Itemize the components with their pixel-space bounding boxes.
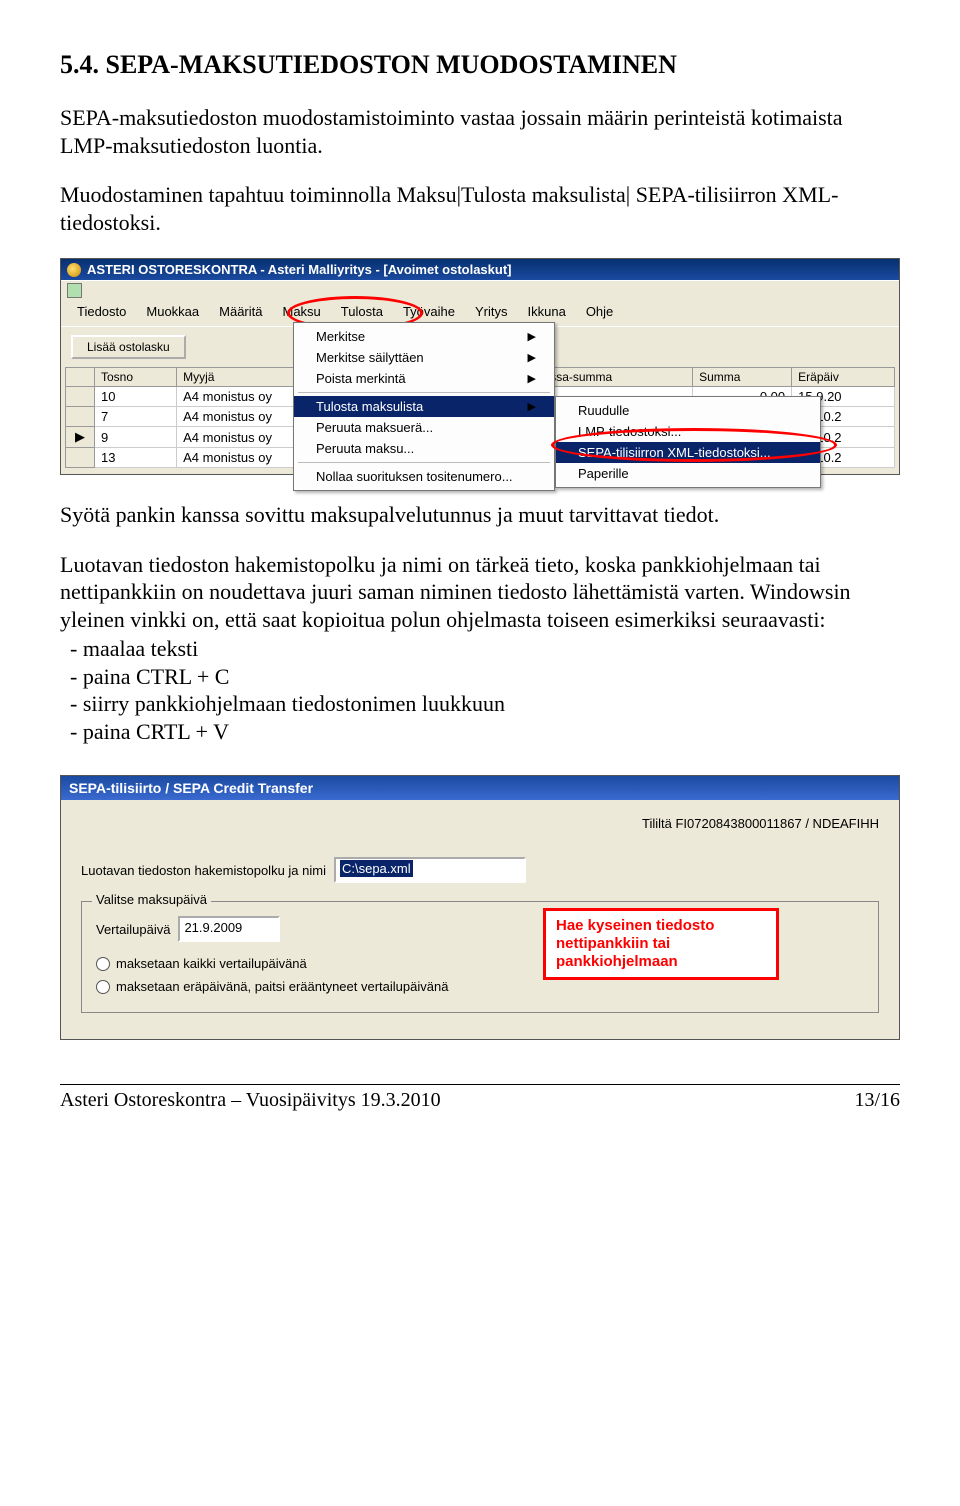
radio-pay-all-label: maksetaan kaikki vertailupäivänä bbox=[116, 956, 307, 971]
menu-tulosta[interactable]: Tulosta bbox=[331, 302, 393, 324]
window-title: ASTERI OSTORESKONTRA - Asteri Malliyrity… bbox=[87, 262, 512, 277]
menu-item[interactable]: Merkitse säilyttäen▶ bbox=[294, 347, 554, 368]
screenshot-sepa-dialog: SEPA-tilisiirto / SEPA Credit Transfer T… bbox=[60, 775, 900, 1040]
menu-item[interactable]: Nollaa suorituksen tositenumero... bbox=[294, 466, 554, 487]
column-header[interactable]: Eräpäiv bbox=[792, 368, 895, 387]
callout-instruction: Hae kyseinen tiedosto nettipankkiin tai … bbox=[543, 908, 779, 980]
menu-item[interactable]: Peruuta maksuerä... bbox=[294, 417, 554, 438]
radio-icon bbox=[96, 980, 110, 994]
comparison-date-input[interactable]: 21.9.2009 bbox=[178, 916, 280, 942]
list-item: paina CTRL + C bbox=[88, 663, 900, 691]
list-item: siirry pankkiohjelmaan tiedostonimen luu… bbox=[88, 690, 900, 718]
column-header[interactable]: Summa bbox=[693, 368, 792, 387]
from-account-label: Tililtä FI0720843800011867 / NDEAFIHH bbox=[81, 816, 879, 831]
menu-item[interactable]: LMP-tiedostoksi... bbox=[556, 421, 820, 442]
list-item: maalaa teksti bbox=[88, 635, 900, 663]
path-input[interactable]: C:\sepa.xml bbox=[334, 857, 526, 883]
menu-item[interactable]: Paperille bbox=[556, 463, 820, 484]
submenu-arrow-icon: ▶ bbox=[528, 400, 536, 413]
page-footer: Asteri Ostoreskontra – Vuosipäivitys 19.… bbox=[60, 1084, 900, 1112]
menu-tiedosto[interactable]: Tiedosto bbox=[67, 302, 136, 324]
submenu-arrow-icon: ▶ bbox=[528, 351, 536, 364]
menu-työvaihe[interactable]: Työvaihe bbox=[393, 302, 465, 324]
radio-pay-duedate-label: maksetaan eräpäivänä, paitsi erääntyneet… bbox=[116, 979, 448, 994]
mdi-child-titlebar bbox=[61, 280, 899, 300]
list-item: paina CRTL + V bbox=[88, 718, 900, 746]
dialog-title: SEPA-tilisiirto / SEPA Credit Transfer bbox=[61, 776, 899, 800]
window-titlebar: ASTERI OSTORESKONTRA - Asteri Malliyrity… bbox=[61, 259, 899, 280]
paragraph-1: SEPA-maksutiedoston muodostamistoiminto … bbox=[60, 104, 900, 159]
path-label: Luotavan tiedoston hakemistopolku ja nim… bbox=[81, 863, 326, 878]
paragraph-3: Syötä pankin kanssa sovittu maksupalvelu… bbox=[60, 501, 900, 529]
path-input-value: C:\sepa.xml bbox=[340, 860, 413, 877]
submenu-tulosta-maksulista[interactable]: RuudulleLMP-tiedostoksi...SEPA-tilisiirr… bbox=[555, 396, 821, 488]
radio-pay-duedate[interactable]: maksetaan eräpäivänä, paitsi erääntyneet… bbox=[96, 979, 864, 994]
document-icon bbox=[67, 283, 82, 298]
paragraph-2: Muodostaminen tapahtuu toiminnolla Maksu… bbox=[60, 181, 900, 236]
add-invoice-button[interactable]: Lisää ostolasku bbox=[71, 335, 186, 359]
column-header[interactable]: Tosno bbox=[95, 368, 177, 387]
menu-ikkuna[interactable]: Ikkuna bbox=[518, 302, 576, 324]
menu-item[interactable]: Merkitse▶ bbox=[294, 326, 554, 347]
groupbox-legend: Valitse maksupäivä bbox=[92, 892, 211, 907]
screenshot-asteri-main: ASTERI OSTORESKONTRA - Asteri Malliyrity… bbox=[60, 258, 900, 475]
menu-ohje[interactable]: Ohje bbox=[576, 302, 623, 324]
menu-maksu[interactable]: Merkitse▶Merkitse säilyttäen▶Poista merk… bbox=[293, 322, 555, 491]
submenu-arrow-icon: ▶ bbox=[528, 372, 536, 385]
menu-item[interactable]: Poista merkintä▶ bbox=[294, 368, 554, 389]
comparison-date-label: Vertailupäivä bbox=[96, 922, 170, 937]
submenu-arrow-icon: ▶ bbox=[528, 330, 536, 343]
menu-item[interactable]: Peruuta maksu... bbox=[294, 438, 554, 459]
paragraph-4: Luotavan tiedoston hakemistopolku ja nim… bbox=[60, 551, 900, 634]
menu-item[interactable]: Ruudulle bbox=[556, 400, 820, 421]
menu-item[interactable]: SEPA-tilisiirron XML-tiedostoksi... bbox=[556, 442, 820, 463]
app-icon bbox=[67, 263, 81, 277]
menu-määritä[interactable]: Määritä bbox=[209, 302, 272, 324]
menu-yritys[interactable]: Yritys bbox=[465, 302, 518, 324]
menu-maksu[interactable]: Maksu bbox=[273, 302, 331, 324]
radio-icon bbox=[96, 957, 110, 971]
menu-muokkaa[interactable]: Muokkaa bbox=[136, 302, 209, 324]
footer-right: 13/16 bbox=[854, 1089, 900, 1112]
menu-item[interactable]: Tulosta maksulista▶ bbox=[294, 396, 554, 417]
footer-left: Asteri Ostoreskontra – Vuosipäivitys 19.… bbox=[60, 1089, 441, 1112]
bullet-list: maalaa tekstipaina CTRL + Csiirry pankki… bbox=[60, 635, 900, 745]
section-heading: 5.4. SEPA-MAKSUTIEDOSTON MUODOSTAMINEN bbox=[60, 50, 900, 80]
